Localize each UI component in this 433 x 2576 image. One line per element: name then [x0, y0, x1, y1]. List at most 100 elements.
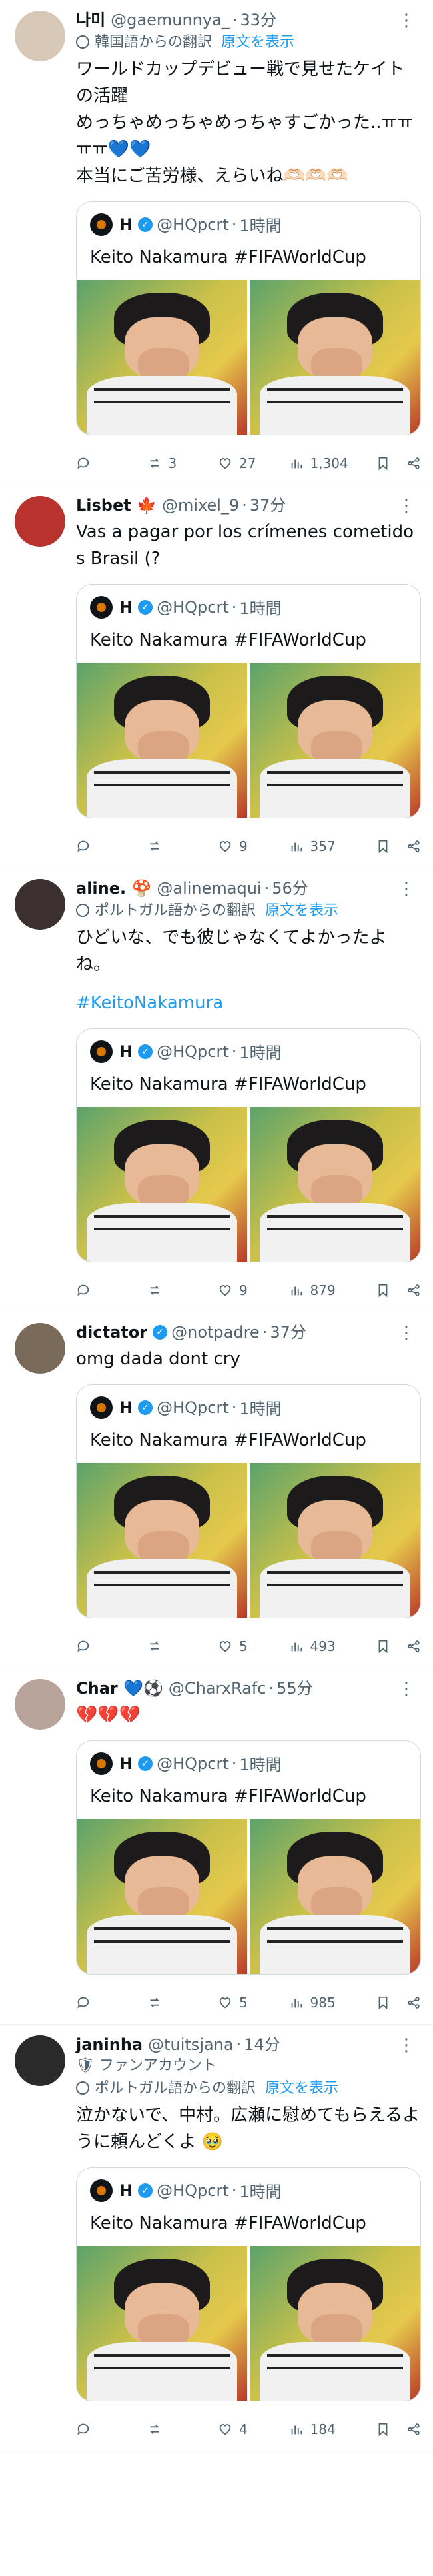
quoted-timestamp[interactable]: 1時間 — [239, 2179, 281, 2202]
quoted-avatar[interactable] — [90, 2179, 113, 2202]
quoted-photo[interactable] — [247, 1463, 420, 1618]
quoted-tweet[interactable]: H ✓ @HQpcrt · 1時間 Keito Nakamura #FIFAWorldCu… — [76, 201, 421, 435]
user-handle[interactable]: @tuitsjana — [148, 2034, 234, 2055]
quoted-timestamp[interactable]: 1時間 — [239, 595, 281, 619]
quoted-avatar[interactable] — [90, 1040, 113, 1063]
repost-button[interactable]: 3 — [147, 455, 218, 471]
repost-button[interactable] — [147, 1639, 218, 1654]
quoted-tweet[interactable]: H ✓ @HQpcrt · 1時間 Keito Nakamura #FIFAWorldCu… — [76, 1028, 421, 1262]
display-name[interactable]: dictator — [76, 1322, 147, 1343]
reply-button[interactable] — [76, 1639, 147, 1654]
views-button[interactable]: 879 — [289, 1282, 360, 1298]
display-name[interactable]: Lisbet 🍁 — [76, 495, 157, 516]
share-icon[interactable] — [406, 2422, 421, 2437]
more-options-icon[interactable]: ⋮ — [398, 11, 416, 31]
quoted-timestamp[interactable]: 1時間 — [239, 1752, 281, 1775]
show-original-link[interactable]: 原文を表示 — [221, 34, 294, 51]
views-button[interactable]: 1,304 — [289, 455, 360, 471]
quoted-avatar[interactable] — [90, 213, 113, 236]
tweet[interactable]: ⋮ Char 💙⚽ @CharxRafc · 55分 💔💔💔 H ✓ @HQpcrt · 1時間 Ke… — [0, 1668, 433, 2025]
quoted-user-handle[interactable]: @HQpcrt — [157, 1398, 229, 1417]
quoted-display-name[interactable]: H — [119, 2181, 133, 2200]
quoted-timestamp[interactable]: 1時間 — [239, 1040, 281, 1063]
hashtag-link[interactable]: #KeitoNakamura — [76, 990, 421, 1016]
like-button[interactable]: 9 — [218, 838, 289, 854]
quoted-avatar[interactable] — [90, 1752, 113, 1775]
repost-button[interactable] — [147, 2422, 218, 2437]
quoted-photo[interactable] — [77, 1463, 247, 1618]
timestamp[interactable]: 37分 — [250, 495, 286, 516]
quoted-photo[interactable] — [247, 2246, 420, 2401]
quoted-photo[interactable] — [77, 1107, 247, 1262]
avatar[interactable] — [15, 1679, 65, 1730]
reply-button[interactable] — [76, 2422, 147, 2437]
quoted-user-handle[interactable]: @HQpcrt — [157, 598, 229, 617]
quoted-photo[interactable] — [247, 280, 420, 435]
bookmark-icon[interactable] — [376, 2422, 390, 2437]
avatar[interactable] — [15, 879, 65, 930]
bookmark-icon[interactable] — [376, 1283, 390, 1298]
display-name[interactable]: Char 💙⚽ — [76, 1678, 163, 1699]
timestamp[interactable]: 33分 — [240, 9, 276, 31]
quoted-tweet[interactable]: H ✓ @HQpcrt · 1時間 Keito Nakamura #FIFAWorldCu… — [76, 1384, 421, 1618]
quoted-display-name[interactable]: H — [119, 1398, 133, 1417]
more-options-icon[interactable]: ⋮ — [398, 879, 416, 899]
more-options-icon[interactable]: ⋮ — [398, 2035, 416, 2055]
quoted-display-name[interactable]: H — [119, 215, 133, 234]
avatar[interactable] — [15, 1323, 65, 1374]
quoted-timestamp[interactable]: 1時間 — [239, 213, 281, 236]
like-button[interactable]: 9 — [218, 1282, 289, 1298]
timestamp[interactable]: 56分 — [272, 878, 308, 899]
more-options-icon[interactable]: ⋮ — [398, 1323, 416, 1343]
avatar[interactable] — [15, 496, 65, 547]
views-button[interactable]: 357 — [289, 838, 360, 854]
display-name[interactable]: aline. 🍄 — [76, 878, 151, 899]
like-button[interactable]: 5 — [218, 1995, 289, 2011]
quoted-photo[interactable] — [77, 2246, 247, 2401]
like-button[interactable]: 4 — [218, 2421, 289, 2437]
share-icon[interactable] — [406, 1283, 421, 1298]
reply-button[interactable] — [76, 1283, 147, 1298]
quoted-display-name[interactable]: H — [119, 598, 133, 617]
share-icon[interactable] — [406, 1639, 421, 1654]
quoted-display-name[interactable]: H — [119, 1754, 133, 1773]
more-options-icon[interactable]: ⋮ — [398, 496, 416, 516]
quoted-tweet[interactable]: H ✓ @HQpcrt · 1時間 Keito Nakamura #FIFAWorldCu… — [76, 584, 421, 818]
avatar[interactable] — [15, 2035, 65, 2086]
share-icon[interactable] — [406, 1995, 421, 2010]
quoted-photo[interactable] — [77, 663, 247, 818]
quoted-user-handle[interactable]: @HQpcrt — [157, 2181, 229, 2200]
quoted-avatar[interactable] — [90, 1396, 113, 1419]
repost-button[interactable] — [147, 1283, 218, 1298]
bookmark-icon[interactable] — [376, 839, 390, 854]
user-handle[interactable]: @notpadre — [171, 1322, 260, 1343]
views-button[interactable]: 184 — [289, 2421, 360, 2437]
avatar[interactable] — [15, 11, 65, 61]
share-icon[interactable] — [406, 839, 421, 854]
share-icon[interactable] — [406, 456, 421, 471]
reply-button[interactable] — [76, 456, 147, 471]
views-button[interactable]: 493 — [289, 1638, 360, 1654]
quoted-tweet[interactable]: H ✓ @HQpcrt · 1時間 Keito Nakamura #FIFAWorldCu… — [76, 2167, 421, 2401]
repost-button[interactable] — [147, 839, 218, 854]
quoted-photo[interactable] — [247, 663, 420, 818]
quoted-photo[interactable] — [247, 1107, 420, 1262]
user-handle[interactable]: @gaemunnya_ — [111, 9, 230, 31]
quoted-avatar[interactable] — [90, 595, 113, 619]
bookmark-icon[interactable] — [376, 456, 390, 471]
quoted-user-handle[interactable]: @HQpcrt — [157, 215, 229, 234]
timestamp[interactable]: 14分 — [244, 2034, 280, 2055]
quoted-timestamp[interactable]: 1時間 — [239, 1396, 281, 1419]
bookmark-icon[interactable] — [376, 1639, 390, 1654]
quoted-user-handle[interactable]: @HQpcrt — [157, 1042, 229, 1061]
user-handle[interactable]: @CharxRafc — [169, 1678, 266, 1699]
repost-button[interactable] — [147, 1995, 218, 2010]
show-original-link[interactable]: 原文を表示 — [265, 2080, 338, 2097]
more-options-icon[interactable]: ⋮ — [398, 1679, 416, 1699]
timestamp[interactable]: 55分 — [276, 1678, 313, 1699]
reply-button[interactable] — [76, 839, 147, 854]
quoted-tweet[interactable]: H ✓ @HQpcrt · 1時間 Keito Nakamura #FIFAWorldCu… — [76, 1740, 421, 1975]
show-original-link[interactable]: 原文を表示 — [265, 902, 338, 919]
views-button[interactable]: 985 — [289, 1995, 360, 2011]
tweet[interactable]: ⋮ aline. 🍄 @alinemaqui · 56分 ポルトガル語からの翻訳 原文を表示… — [0, 868, 433, 1312]
